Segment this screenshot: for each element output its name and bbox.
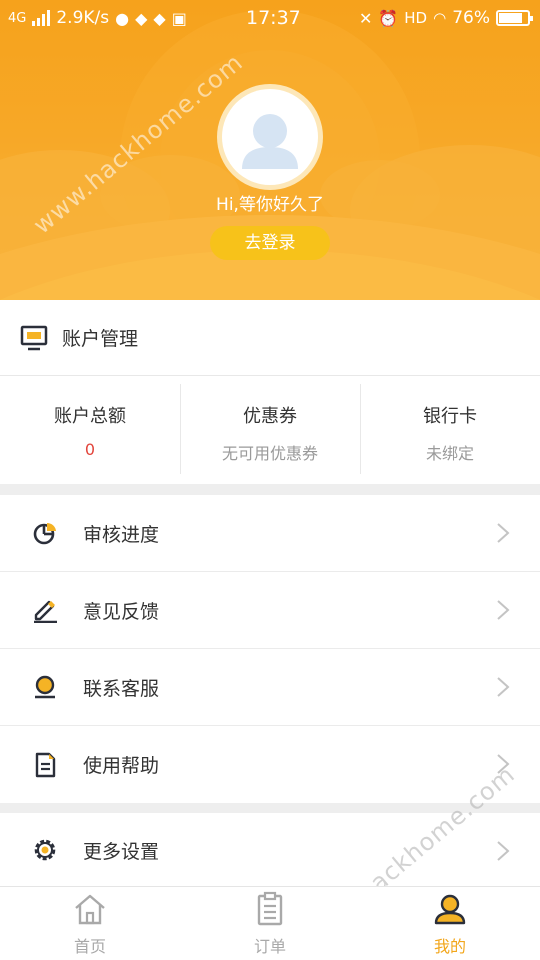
- chevron-right-icon: [497, 677, 510, 697]
- monitor-icon: [20, 325, 48, 350]
- pie-chart-icon: [31, 519, 59, 547]
- avatar[interactable]: [217, 84, 323, 190]
- tab-label: 首页: [73, 937, 106, 956]
- alarm-icon: ⏰: [378, 8, 399, 28]
- service-icon: [31, 673, 59, 701]
- menu-item-label: 使用帮助: [83, 755, 160, 777]
- menu-item-label: 意见反馈: [83, 600, 160, 623]
- menu-item-review-progress[interactable]: 审核进度: [0, 495, 540, 572]
- tab-mine[interactable]: 我的: [360, 887, 540, 960]
- stat-value: 0: [84, 440, 96, 459]
- network-type: 4G: [8, 10, 27, 26]
- pencil-icon: [31, 596, 59, 624]
- menu-item-feedback[interactable]: 意见反馈: [0, 572, 540, 649]
- login-button[interactable]: 去登录: [210, 226, 330, 260]
- battery-percent: 76%: [452, 8, 490, 28]
- chevron-right-icon: [497, 600, 510, 620]
- stat-label: 账户总额: [54, 406, 126, 427]
- battery-icon: [496, 10, 533, 26]
- document-icon: [31, 751, 59, 779]
- menu-item-customer-service[interactable]: 联系客服: [0, 649, 540, 726]
- stat-value: 无可用优惠券: [221, 444, 318, 463]
- net-speed: 2.9K/s: [56, 8, 110, 28]
- menu-item-label: 审核进度: [83, 523, 160, 546]
- greeting-text: Hi,等你好久了: [216, 195, 324, 215]
- bottom-tab-bar: 首页 订单 我的: [0, 886, 540, 960]
- account-section: 账户管理 账户总额 0 优惠券 无可用优惠券 银行卡 未绑定: [0, 300, 540, 484]
- menu-item-label: 联系客服: [83, 677, 160, 700]
- signal-icon: [32, 10, 51, 26]
- mute-icon: ✕: [358, 8, 373, 28]
- qq-icon: ◆: [135, 8, 148, 28]
- profile-header: 4G 2.9K/s ● ◆ ◆ ▣ 17:37 ✕ ⏰ HD ◠ 76% www…: [0, 0, 540, 300]
- home-icon: [75, 894, 105, 925]
- account-header[interactable]: 账户管理: [0, 300, 540, 376]
- wifi-icon: ◠: [433, 9, 447, 27]
- tab-orders[interactable]: 订单: [180, 887, 360, 960]
- menu-item-label: 更多设置: [83, 840, 160, 863]
- gear-icon: [31, 836, 59, 864]
- menu-list: 审核进度 意见反馈 联系客服 使用帮助: [0, 495, 540, 803]
- chevron-right-icon: [497, 841, 510, 861]
- stat-balance[interactable]: 账户总额 0: [0, 376, 180, 484]
- clipboard-icon: [257, 891, 283, 926]
- qq-icon: ◆: [153, 8, 166, 28]
- tab-label: 订单: [253, 937, 286, 956]
- tab-label: 我的: [433, 937, 466, 956]
- chat-icon: ●: [115, 8, 130, 28]
- menu-item-help[interactable]: 使用帮助: [0, 726, 540, 803]
- stat-bank-card[interactable]: 银行卡 未绑定: [360, 376, 540, 484]
- tab-home[interactable]: 首页: [0, 887, 180, 960]
- account-title: 账户管理: [62, 328, 139, 350]
- stat-value: 未绑定: [425, 444, 474, 463]
- user-silhouette-icon: [242, 114, 298, 169]
- chevron-right-icon: [497, 523, 510, 543]
- stat-coupons[interactable]: 优惠券 无可用优惠券: [180, 376, 360, 484]
- stat-label: 银行卡: [423, 406, 477, 427]
- hd-label: HD: [404, 9, 428, 27]
- clock: 17:37: [246, 7, 301, 29]
- stat-label: 优惠券: [243, 406, 297, 427]
- app-icon: ▣: [171, 8, 187, 28]
- status-bar: 4G 2.9K/s ● ◆ ◆ ▣ 17:37 ✕ ⏰ HD ◠ 76%: [0, 0, 540, 38]
- user-icon: [434, 894, 466, 925]
